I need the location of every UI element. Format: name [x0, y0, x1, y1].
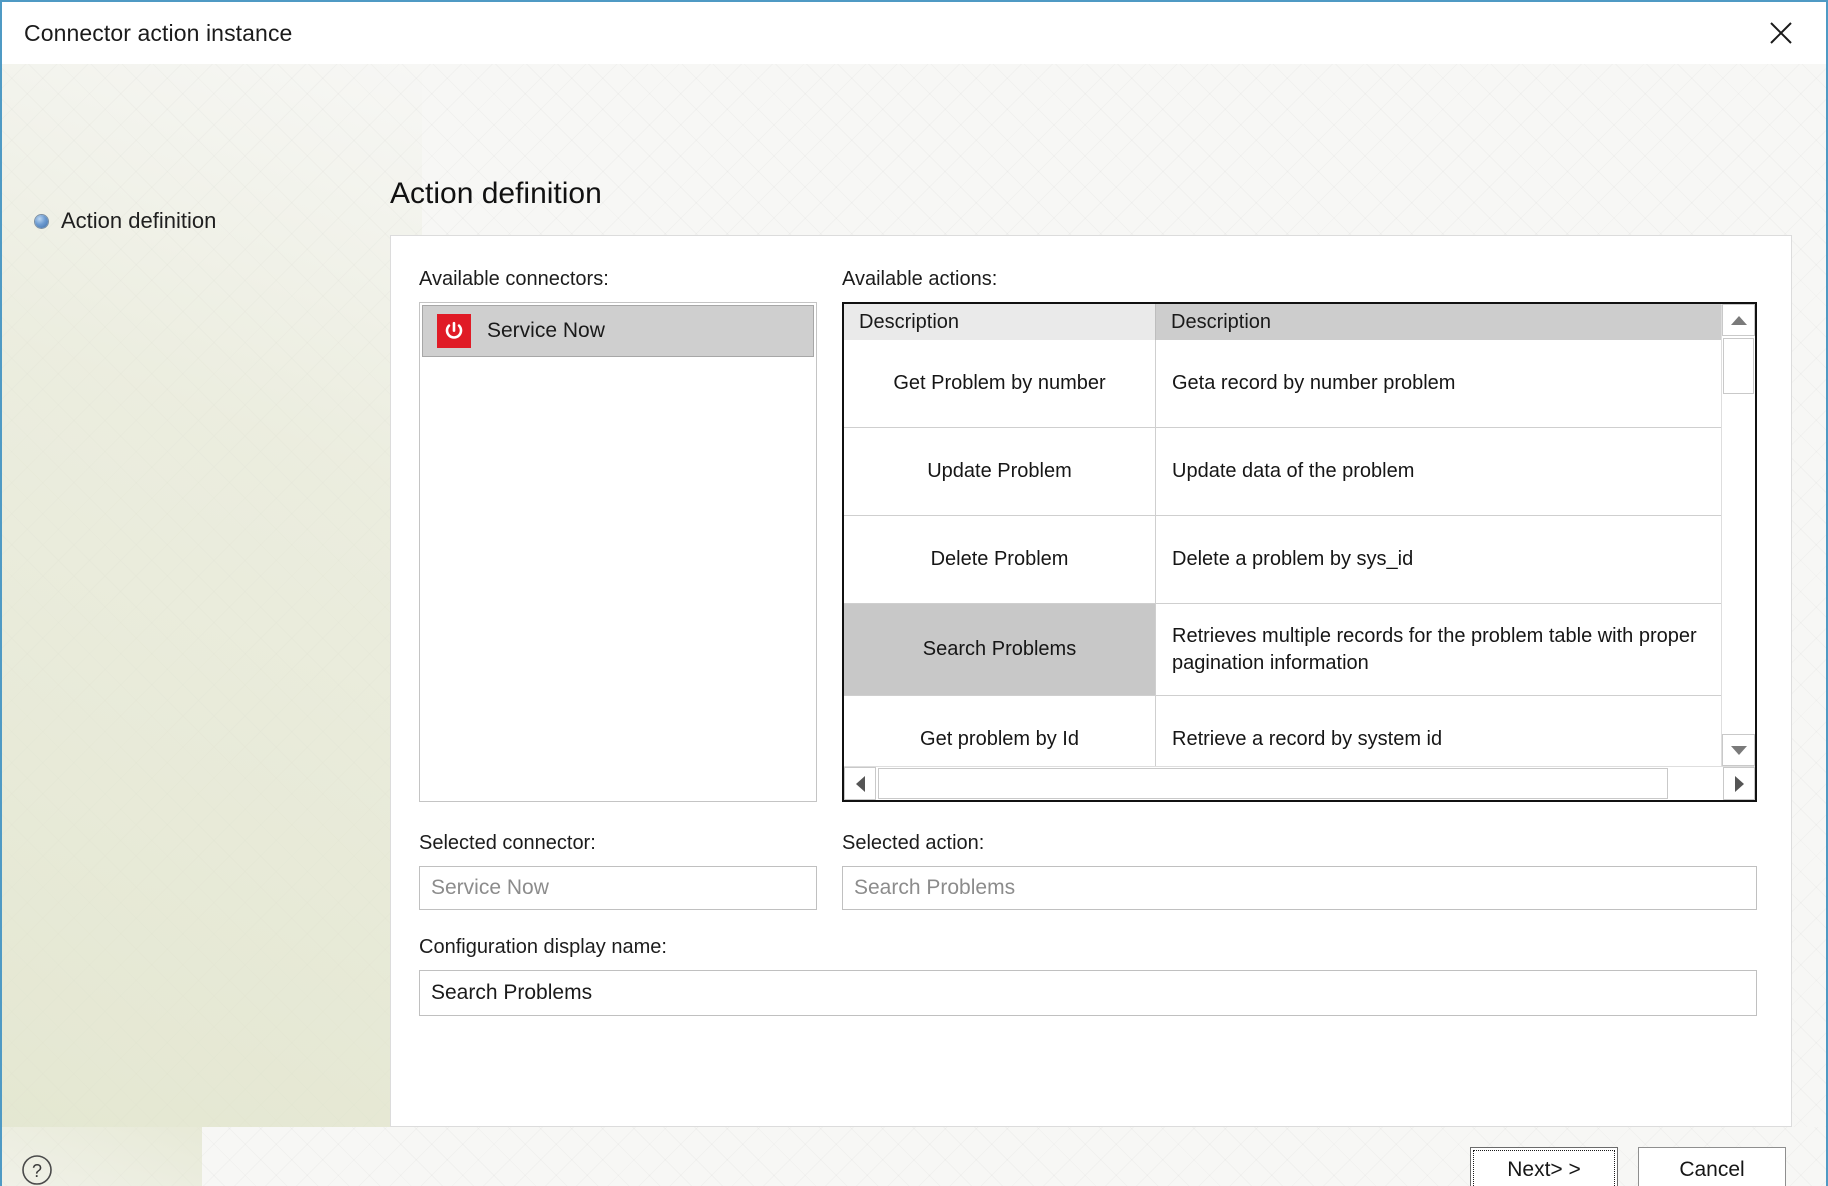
content-area: Action definition Available connectors:	[390, 64, 1826, 1127]
column-header-description[interactable]: Description	[1156, 304, 1721, 340]
dialog-footer: ? Next> > Cancel	[2, 1127, 1826, 1186]
window-title: Connector action instance	[24, 19, 293, 46]
table-row-selected[interactable]: Search Problems Retrieves multiple recor…	[844, 604, 1721, 696]
cell-action-name: Get problem by Id	[844, 696, 1156, 766]
lists-region: Available connectors: Service Now Availa…	[419, 268, 1757, 802]
bullet-sphere-icon	[35, 214, 48, 228]
page-title: Action definition	[390, 177, 602, 210]
cell-action-description: Retrieves multiple records for the probl…	[1172, 624, 1697, 674]
dialog-window: Connector action instance Action definit…	[0, 0, 1828, 1186]
question-mark-icon[interactable]: ?	[16, 1149, 58, 1186]
cell-action-description: Delete a problem by sys_id	[1172, 548, 1414, 570]
triangle-right-icon[interactable]	[1723, 767, 1755, 800]
connector-name: Service Now	[487, 319, 605, 342]
sidebar-item-action-definition[interactable]: Action definition	[2, 204, 390, 238]
cell-action-name: Update Problem	[844, 428, 1156, 515]
selected-action-input[interactable]	[842, 866, 1757, 910]
cell-action-description: Update data of the problem	[1172, 460, 1415, 482]
selected-connector-group: Selected connector:	[419, 832, 817, 910]
list-item[interactable]: Service Now	[422, 305, 814, 357]
table-header-row: Description Description	[844, 304, 1721, 340]
table-row[interactable]: Get problem by Id Retrieve a record by s…	[844, 696, 1721, 766]
vertical-scrollbar[interactable]	[1721, 304, 1755, 766]
vertical-scrollbar-thumb[interactable]	[1723, 338, 1754, 394]
column-header-name[interactable]: Description	[844, 304, 1156, 340]
triangle-up-icon[interactable]	[1722, 304, 1755, 336]
close-icon[interactable]	[1758, 13, 1804, 53]
horizontal-scrollbar-track[interactable]	[876, 767, 1723, 800]
horizontal-scrollbar-thumb[interactable]	[878, 768, 1668, 799]
cell-action-name: Search Problems	[844, 604, 1156, 695]
cancel-button[interactable]: Cancel	[1638, 1147, 1786, 1186]
table-row[interactable]: Delete Problem Delete a problem by sys_i…	[844, 516, 1721, 604]
cell-action-name: Get Problem by number	[844, 340, 1156, 427]
configuration-display-name-group: Configuration display name:	[419, 936, 1757, 1016]
connectors-column: Available connectors: Service Now	[419, 268, 817, 802]
configuration-display-name-label: Configuration display name:	[419, 936, 667, 958]
footer-button-group: Next> > Cancel	[1470, 1147, 1786, 1186]
available-connectors-label: Available connectors:	[419, 268, 609, 290]
horizontal-scrollbar[interactable]	[844, 766, 1755, 800]
actions-column: Available actions: Description Descripti…	[842, 268, 1757, 802]
selected-action-group: Selected action:	[842, 832, 1757, 910]
triangle-left-icon[interactable]	[844, 767, 876, 800]
cell-action-name: Delete Problem	[844, 516, 1156, 603]
selected-connector-label: Selected connector:	[419, 832, 596, 854]
power-icon	[437, 314, 471, 348]
selected-fields-region: Selected connector: Selected action:	[419, 832, 1757, 910]
available-actions-label: Available actions:	[842, 268, 998, 290]
next-button[interactable]: Next> >	[1470, 1147, 1618, 1186]
dialog-body: Action definition Action definition Avai…	[2, 64, 1826, 1127]
available-connectors-list[interactable]: Service Now	[419, 302, 817, 802]
wizard-sidebar: Action definition	[2, 64, 390, 1127]
selected-action-label: Selected action:	[842, 832, 985, 854]
cell-action-description: Retrieve a record by system id	[1172, 728, 1443, 750]
configuration-display-name-input[interactable]	[419, 970, 1757, 1016]
table-row[interactable]: Get Problem by number Geta record by num…	[844, 340, 1721, 428]
cell-action-description: Geta record by number problem	[1172, 372, 1456, 394]
sidebar-item-label: Action definition	[61, 208, 217, 233]
form-panel: Available connectors: Service Now Availa…	[390, 235, 1792, 1127]
selected-connector-input[interactable]	[419, 866, 817, 910]
table-body: Get Problem by number Geta record by num…	[844, 340, 1721, 766]
title-bar: Connector action instance	[2, 2, 1826, 64]
triangle-down-icon[interactable]	[1722, 734, 1755, 766]
table-row[interactable]: Update Problem Update data of the proble…	[844, 428, 1721, 516]
svg-text:?: ?	[32, 1161, 42, 1181]
available-actions-table: Description Description Get Problem by n…	[842, 302, 1757, 802]
